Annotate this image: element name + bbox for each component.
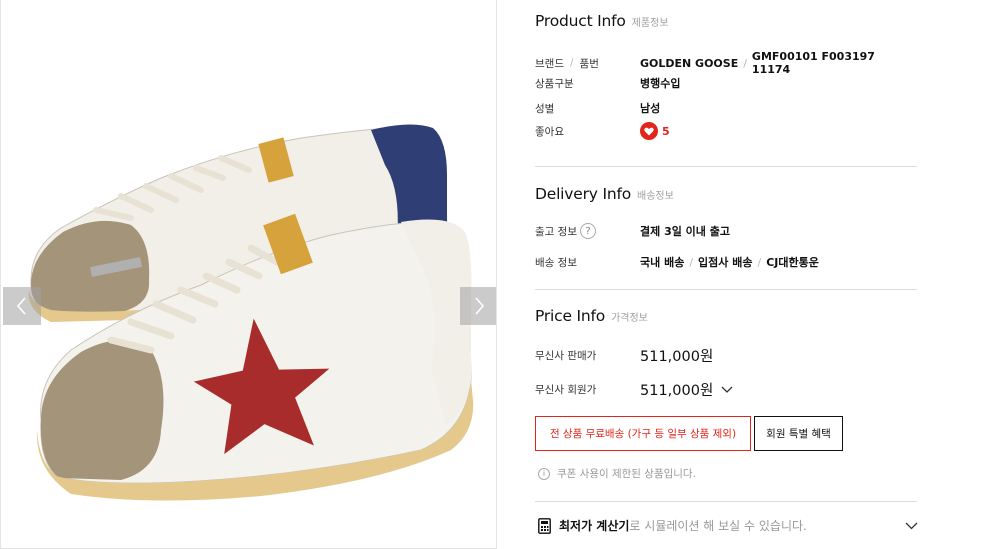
member-price: 511,000원 <box>640 383 714 399</box>
price-calculator-toggle[interactable]: 최저가 계산기 로 시뮬레이션 해 보실 수 있습니다. <box>538 517 918 534</box>
member-price-label: 무신사 회원가 <box>535 384 597 396</box>
category-label: 상품구분 <box>535 77 574 90</box>
previous-image-button[interactable] <box>3 287 41 325</box>
divider <box>535 289 917 290</box>
product-info-title: Product Info <box>535 12 626 30</box>
divider <box>535 501 917 502</box>
separator: / <box>569 57 574 69</box>
sale-price: 511,000원 <box>640 349 714 365</box>
product-info-subtitle: 제품정보 <box>631 18 669 29</box>
code-label: 품번 <box>579 57 599 70</box>
shipping-value: 국내 배송 / 입점사 배송 / CJ대한통운 <box>640 254 819 270</box>
shipping-vendor: 입점사 배송 <box>698 256 753 269</box>
brand-code-label: 브랜드 / 품번 <box>535 56 640 71</box>
chevron-right-icon <box>475 297 485 315</box>
calculator-title: 최저가 계산기 <box>559 519 630 533</box>
price-info-heading: Price Info 가격정보 <box>535 307 648 325</box>
gender-label: 성별 <box>535 102 555 115</box>
free-shipping-button[interactable]: 전 상품 무료배송 (가구 등 일부 상품 제외) <box>535 416 751 451</box>
like-button[interactable]: 5 <box>640 122 670 140</box>
like-count: 5 <box>662 124 670 138</box>
separator: / <box>689 255 694 269</box>
calculator-description: 로 시뮬레이션 해 보실 수 있습니다. <box>629 519 807 533</box>
sale-price-label: 무신사 판매가 <box>535 350 597 362</box>
delivery-info-subtitle: 배송정보 <box>637 191 674 202</box>
delivery-info-heading: Delivery Info 배송정보 <box>535 185 674 203</box>
category-value: 병행수입 <box>640 77 681 90</box>
member-price-toggle[interactable]: 511,000원 <box>640 379 733 400</box>
chevron-down-icon <box>721 386 733 393</box>
calculator-icon <box>538 517 551 534</box>
member-price-row: 무신사 회원가 511,000원 <box>535 379 733 400</box>
shipping-carrier: CJ대한통운 <box>766 256 819 269</box>
chevron-left-icon <box>16 297 26 315</box>
brand-link[interactable]: GOLDEN GOOSE <box>640 57 738 70</box>
brand-row: 브랜드 / 품번 GOLDEN GOOSE / GMF00101 F003197… <box>535 50 917 76</box>
separator: / <box>743 56 747 70</box>
brand-code-value: GOLDEN GOOSE / GMF00101 F003197 11174 <box>640 50 917 76</box>
release-row: 출고 정보 ? 결제 3일 이내 출고 <box>535 223 730 239</box>
release-value: 결제 3일 이내 출고 <box>640 225 730 238</box>
gender-value: 남성 <box>640 102 661 115</box>
separator: / <box>757 255 762 269</box>
help-icon[interactable]: ? <box>579 223 596 239</box>
next-image-button[interactable] <box>460 287 496 325</box>
release-label: 출고 정보 <box>535 225 577 238</box>
sale-price-row: 무신사 판매가 511,000원 <box>535 345 713 366</box>
brand-label: 브랜드 <box>535 57 564 70</box>
shipping-type: 국내 배송 <box>640 256 685 269</box>
product-image <box>28 124 474 501</box>
coupon-notice: i 쿠폰 사용이 제한된 상품입니다. <box>538 466 696 481</box>
price-info-subtitle: 가격정보 <box>611 313 648 324</box>
likes-label: 좋아요 <box>535 125 564 138</box>
heart-icon <box>640 122 658 140</box>
release-label-group: 출고 정보 ? <box>535 223 640 239</box>
delivery-info-title: Delivery Info <box>535 185 632 203</box>
product-image-panel <box>0 0 497 549</box>
product-info-heading: Product Info 제품정보 <box>535 12 669 30</box>
chevron-down-icon <box>905 522 918 529</box>
shipping-row: 배송 정보 국내 배송 / 입점사 배송 / CJ대한통운 <box>535 254 819 270</box>
coupon-notice-text: 쿠폰 사용이 제한된 상품입니다. <box>557 468 696 480</box>
info-icon: i <box>538 467 550 480</box>
category-row: 상품구분 병행수입 <box>535 75 680 91</box>
member-benefit-button[interactable]: 회원 특별 혜택 <box>754 416 843 451</box>
product-code: GMF00101 F003197 11174 <box>751 50 875 76</box>
price-info-title: Price Info <box>535 307 606 325</box>
divider <box>535 166 917 167</box>
shipping-label: 배송 정보 <box>535 256 577 269</box>
gender-row: 성별 남성 <box>535 100 660 116</box>
likes-row: 좋아요 5 <box>535 122 670 140</box>
